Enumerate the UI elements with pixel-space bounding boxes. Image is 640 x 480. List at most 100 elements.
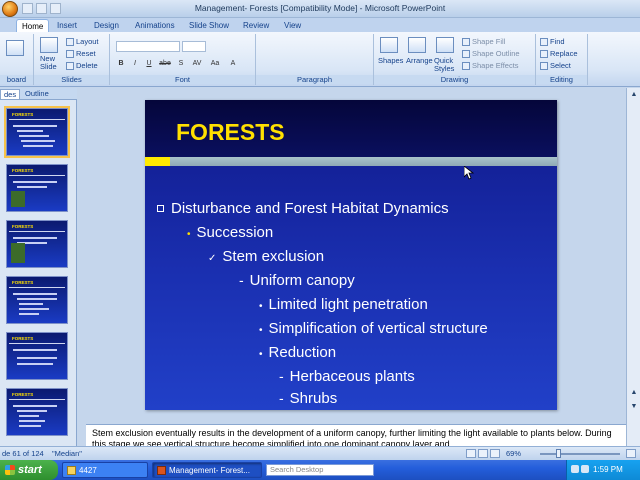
justify-icon[interactable]: [304, 59, 314, 69]
taskbar-powerpoint-button[interactable]: Management- Forest...: [152, 462, 262, 478]
slide-bullet[interactable]: • Succession: [187, 224, 273, 241]
slide-bullet[interactable]: - Shrubs: [279, 390, 337, 407]
select-button[interactable]: Select: [540, 61, 571, 70]
volume-icon[interactable]: [581, 465, 589, 473]
increase-indent-icon[interactable]: [306, 41, 316, 51]
font-color-button[interactable]: A: [228, 59, 238, 69]
arrange-icon[interactable]: [408, 37, 426, 53]
slide-thumbnail[interactable]: FORESTS: [6, 276, 68, 324]
bullets-icon[interactable]: [262, 41, 272, 51]
zoom-level[interactable]: 69%: [506, 449, 521, 458]
tab-animations[interactable]: Animations: [130, 19, 180, 32]
quick-styles-icon[interactable]: [436, 37, 454, 53]
decrease-indent-icon[interactable]: [292, 41, 302, 51]
find-button[interactable]: Find: [540, 37, 565, 46]
align-right-icon[interactable]: [290, 59, 300, 69]
desktop-search-input[interactable]: Search Desktop: [266, 464, 374, 476]
tab-review[interactable]: Review: [238, 19, 274, 32]
new-slide-label-2[interactable]: Slide: [40, 62, 57, 71]
tab-slides[interactable]: des: [0, 89, 21, 99]
shapes-icon[interactable]: [380, 37, 398, 53]
align-center-icon[interactable]: [276, 59, 286, 69]
quick-styles-label-2[interactable]: Styles: [434, 64, 454, 73]
bold-button[interactable]: B: [116, 59, 126, 69]
notes-pane[interactable]: Stem exclusion eventually results in the…: [86, 424, 626, 446]
previous-slide-icon[interactable]: ▲: [629, 388, 639, 398]
taskbar-powerpoint-label: Management- Forest...: [169, 465, 250, 475]
shadow-button[interactable]: S: [176, 59, 186, 69]
font-size-combo[interactable]: [182, 41, 206, 52]
slide-thumbnail[interactable]: FORESTS: [6, 220, 68, 268]
change-case-button[interactable]: Aa: [208, 59, 222, 69]
slide-bullet[interactable]: • Reduction: [259, 344, 336, 361]
align-left-icon[interactable]: [262, 59, 272, 69]
zoom-slider-handle[interactable]: [556, 449, 561, 458]
slide-bullet[interactable]: - Uniform canopy: [239, 272, 355, 289]
shape-fill-button[interactable]: Shape Fill: [462, 37, 505, 46]
paste-icon[interactable]: [6, 40, 24, 56]
normal-view-icon[interactable]: [466, 449, 476, 458]
font-name-combo[interactable]: [116, 41, 180, 52]
thumbnail-title: FORESTS: [12, 336, 34, 341]
slide-bullet[interactable]: • Simplification of vertical structure: [259, 320, 488, 337]
slide-thumbnail[interactable]: FORESTS: [4, 106, 70, 158]
arrange-label[interactable]: Arrange: [406, 56, 433, 65]
shape-effects-button[interactable]: Shape Effects: [462, 61, 519, 70]
strikethrough-button[interactable]: abe: [158, 59, 172, 69]
thumbnail-line: [19, 303, 43, 305]
start-button[interactable]: start: [0, 460, 58, 480]
grow-font-icon[interactable]: [210, 41, 220, 51]
tab-view[interactable]: View: [279, 19, 306, 32]
shapes-label[interactable]: Shapes: [378, 56, 403, 65]
taskbar-folder-button[interactable]: 4427: [62, 462, 148, 478]
shape-outline-button[interactable]: Shape Outline: [462, 49, 520, 58]
tab-slide-show[interactable]: Slide Show: [184, 19, 234, 32]
clipboard-group: board: [0, 34, 34, 85]
slide-bullet[interactable]: - Herbaceous plants: [279, 368, 415, 385]
delete-button[interactable]: Delete: [66, 61, 98, 70]
shrink-font-icon[interactable]: [222, 41, 232, 51]
slide-bullet[interactable]: Disturbance and Forest Habitat Dynamics: [157, 200, 449, 217]
line-spacing-icon[interactable]: [322, 41, 332, 51]
slide-canvas[interactable]: FORESTS Disturbance and Forest Habitat D…: [78, 88, 626, 423]
slide-title[interactable]: FORESTS: [176, 119, 285, 146]
vertical-scrollbar[interactable]: ▲ ▲ ▼: [626, 88, 640, 446]
text-direction-icon[interactable]: [338, 41, 348, 51]
slide-thumbnail[interactable]: FORESTS: [6, 164, 68, 212]
slide-bullet[interactable]: ✓ Stem exclusion: [208, 248, 324, 265]
thumbnail-line: [19, 135, 49, 137]
layout-button[interactable]: Layout: [66, 37, 99, 46]
clear-formatting-icon[interactable]: [236, 41, 246, 51]
slide-sorter-icon[interactable]: [478, 449, 488, 458]
smartart-icon[interactable]: [338, 59, 348, 69]
reset-button[interactable]: Reset: [66, 49, 96, 58]
zoom-slider[interactable]: [540, 453, 620, 455]
tab-insert[interactable]: Insert: [52, 19, 82, 32]
columns-icon[interactable]: [320, 59, 330, 69]
slide[interactable]: FORESTS Disturbance and Forest Habitat D…: [145, 100, 557, 410]
slide-thumbnail[interactable]: FORESTS: [6, 388, 68, 436]
next-slide-icon[interactable]: ▼: [629, 402, 639, 412]
tab-design[interactable]: Design: [89, 19, 124, 32]
slide-bullet[interactable]: • Limited light penetration: [259, 296, 428, 313]
slides-group-label: Slides: [34, 75, 109, 84]
scroll-up-icon[interactable]: ▲: [629, 90, 639, 100]
numbering-icon[interactable]: [276, 41, 286, 51]
new-slide-icon[interactable]: [40, 37, 58, 53]
powerpoint-icon: [157, 465, 166, 475]
character-spacing-button[interactable]: AV: [190, 59, 204, 69]
network-icon[interactable]: [571, 465, 579, 473]
italic-button[interactable]: I: [130, 59, 140, 69]
thumbnail-line: [19, 415, 39, 417]
tab-outline[interactable]: Outline: [22, 89, 52, 98]
notes-text[interactable]: Stem exclusion eventually results in the…: [92, 428, 622, 446]
underline-button[interactable]: U: [144, 59, 154, 69]
slide-thumbnail[interactable]: FORESTS: [6, 332, 68, 380]
box-bullet-icon: [157, 204, 164, 212]
fit-slide-icon[interactable]: [626, 449, 636, 458]
layout-icon: [66, 37, 74, 46]
tab-home[interactable]: Home: [16, 19, 50, 32]
dash-bullet-icon: -: [239, 272, 244, 288]
slide-show-icon[interactable]: [490, 449, 500, 458]
replace-button[interactable]: Replace: [540, 49, 578, 58]
